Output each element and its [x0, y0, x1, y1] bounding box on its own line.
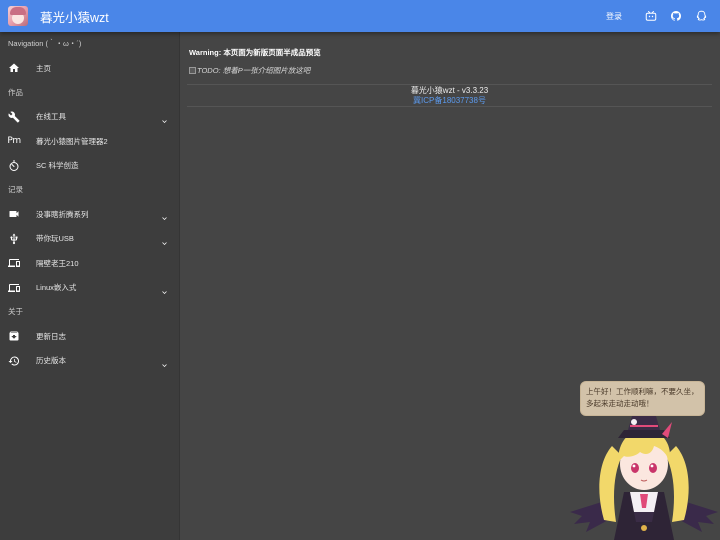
sidebar-item-label: 主页: [36, 63, 51, 73]
chevron-down-icon[interactable]: [160, 357, 169, 367]
timer-icon: [8, 160, 20, 172]
navigation-label: Navigation (｀・ω・´): [8, 39, 82, 48]
sidebar-item-label: 在线工具: [36, 112, 66, 122]
pm-icon: Pm: [7, 136, 21, 147]
sidebar-item-linux-embedded[interactable]: Linux嵌入式: [0, 276, 179, 301]
section-header-records: 记录: [8, 185, 23, 194]
devices-icon: [8, 282, 20, 294]
login-button[interactable]: 登录: [606, 11, 622, 22]
mascot-speech-bubble: 上午好！工作顺利嘛，不要久坐，多起来走动走动哦！: [580, 381, 705, 416]
usb-icon: [8, 233, 20, 245]
app-bar: 暮光小猿wzt 登录: [0, 0, 720, 32]
sidebar: Navigation (｀・ω・´) 主页 作品 在线工具 Pm 暮光小猿图片管…: [0, 32, 180, 540]
warning-notice: Warning: 本页面为新版页面半成品预览: [189, 47, 321, 58]
warning-text: 本页面为新版页面半成品预览: [223, 48, 321, 57]
sidebar-item-changelog[interactable]: 更新日志: [0, 324, 179, 349]
wrench-icon: [8, 111, 20, 123]
sidebar-item-laowang-210[interactable]: 隔壁老王210: [0, 251, 179, 276]
broken-image-icon: [189, 67, 196, 74]
home-icon: [8, 62, 20, 74]
intro-image-placeholder: TODO: 想着P一张介绍图片放这吧: [189, 65, 310, 76]
github-icon[interactable]: [669, 10, 682, 23]
sidebar-item-label: SC 科学创造: [36, 161, 79, 171]
sidebar-item-label: 历史版本: [36, 356, 66, 366]
sidebar-item-online-tools[interactable]: 在线工具: [0, 105, 179, 130]
sidebar-item-label: 隔壁老王210: [36, 258, 79, 268]
divider: [187, 106, 712, 107]
section-header-works: 作品: [8, 87, 23, 97]
videocam-icon: [8, 208, 20, 220]
sidebar-item-label: 没事瞎折腾系列: [36, 209, 89, 219]
sidebar-item-usb[interactable]: 带你玩USB: [0, 227, 179, 252]
chevron-down-icon[interactable]: [160, 210, 169, 220]
chevron-down-icon[interactable]: [160, 235, 169, 245]
sidebar-item-sc[interactable]: SC 科学创造: [0, 154, 179, 179]
sidebar-item-history[interactable]: 历史版本: [0, 349, 179, 374]
intro-image-alt: TODO: 想着P一张介绍图片放这吧: [197, 66, 311, 75]
icp-link[interactable]: 冀ICP备18037738号: [187, 96, 712, 106]
version-text: 暮光小猿wzt - v3.3.23: [410, 86, 489, 95]
sidebar-item-home[interactable]: 主页: [0, 56, 179, 81]
devices-icon: [8, 257, 20, 269]
site-title[interactable]: 暮光小猿wzt: [40, 7, 109, 26]
sidebar-item-label: 暮光小猿图片管理器2: [36, 136, 108, 146]
history-icon: [8, 355, 20, 367]
chevron-down-icon[interactable]: [160, 113, 169, 123]
sidebar-item-tinkering[interactable]: 没事瞎折腾系列: [0, 202, 179, 227]
site-avatar[interactable]: [8, 6, 28, 26]
sidebar-item-label: 更新日志: [36, 331, 66, 341]
archive-icon: [8, 330, 20, 342]
warning-prefix: Warning:: [189, 48, 224, 57]
sidebar-item-label: 带你玩USB: [36, 234, 74, 244]
section-header-about: 关于: [8, 307, 23, 316]
sidebar-item-label: Linux嵌入式: [36, 283, 77, 293]
qq-icon[interactable]: [694, 10, 707, 23]
page-footer: 暮光小猿wzt - v3.3.23 冀ICP备18037738号: [187, 85, 712, 106]
sidebar-item-image-manager[interactable]: Pm 暮光小猿图片管理器2: [0, 129, 179, 154]
chevron-down-icon[interactable]: [160, 284, 169, 294]
mascot-character[interactable]: [568, 412, 720, 540]
bilibili-icon[interactable]: [644, 10, 657, 23]
